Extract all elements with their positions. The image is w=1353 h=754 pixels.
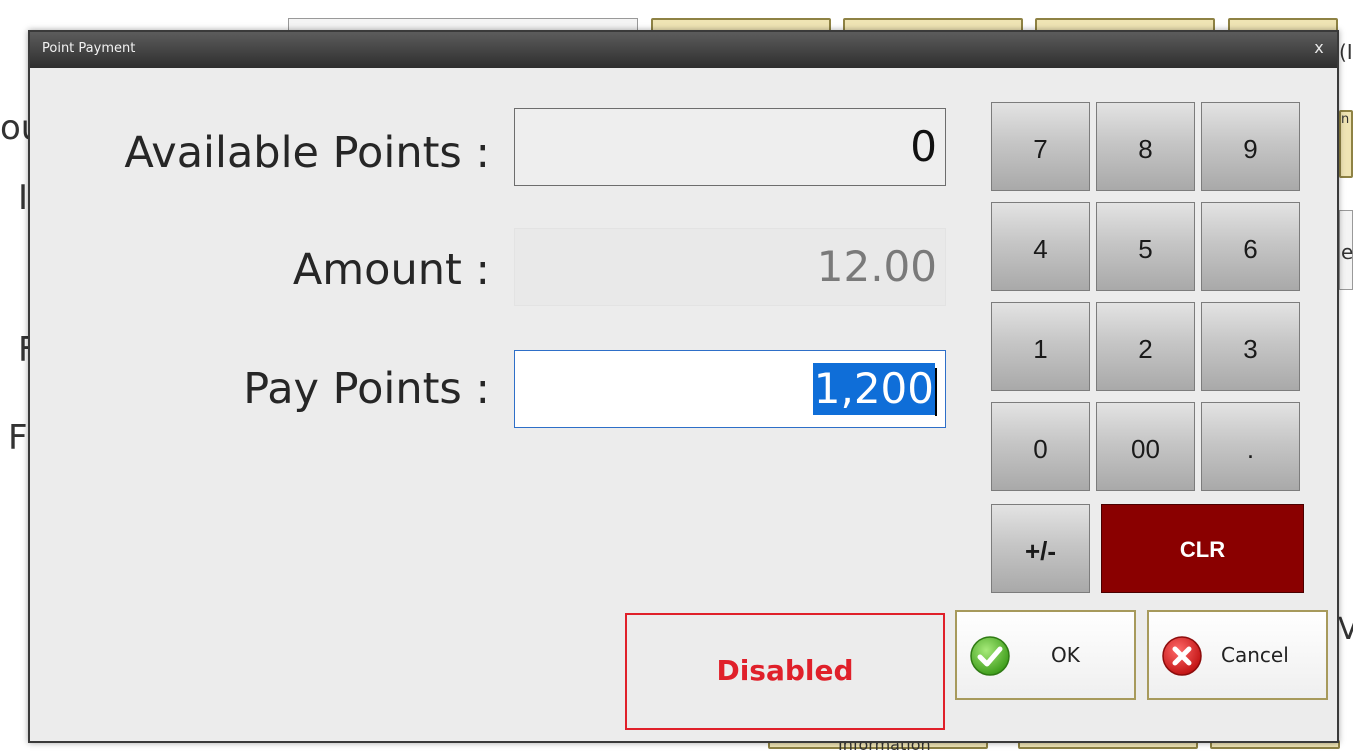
close-button[interactable]: x bbox=[1309, 37, 1329, 59]
key-4[interactable]: 4 bbox=[991, 202, 1090, 291]
text-caret bbox=[935, 367, 937, 416]
key-decimal[interactable]: . bbox=[1201, 402, 1300, 491]
background-text-fragment: V bbox=[1338, 612, 1353, 647]
key-plus-minus[interactable]: +/- bbox=[991, 504, 1090, 593]
available-points-field: 0 bbox=[514, 108, 946, 186]
key-3[interactable]: 3 bbox=[1201, 302, 1300, 391]
key-0[interactable]: 0 bbox=[991, 402, 1090, 491]
key-7[interactable]: 7 bbox=[991, 102, 1090, 191]
dialog-title: Point Payment bbox=[42, 41, 136, 56]
cancel-button[interactable]: Cancel bbox=[1147, 610, 1328, 700]
key-5[interactable]: 5 bbox=[1096, 202, 1195, 291]
background-text-fragment: (I bbox=[1339, 40, 1353, 64]
key-6[interactable]: 6 bbox=[1201, 202, 1300, 291]
disabled-status-label: Disabled bbox=[716, 654, 854, 687]
key-2[interactable]: 2 bbox=[1096, 302, 1195, 391]
amount-field: 12.00 bbox=[514, 228, 946, 306]
cancel-x-icon bbox=[1162, 636, 1202, 676]
key-9[interactable]: 9 bbox=[1201, 102, 1300, 191]
ok-label: OK bbox=[1051, 643, 1080, 667]
disabled-status-box: Disabled bbox=[625, 613, 945, 730]
check-icon bbox=[970, 636, 1010, 676]
pay-points-label: Pay Points : bbox=[243, 364, 490, 414]
pay-points-input[interactable]: 1,200 bbox=[514, 350, 946, 428]
dialog-titlebar[interactable]: Point Payment x bbox=[30, 32, 1337, 68]
key-8[interactable]: 8 bbox=[1096, 102, 1195, 191]
cancel-label: Cancel bbox=[1221, 643, 1289, 667]
background-text-fragment: I bbox=[18, 178, 29, 218]
point-payment-dialog: Point Payment x Available Points : 0 Amo… bbox=[28, 30, 1339, 743]
background-text-fragment: n bbox=[1341, 112, 1350, 127]
amount-label: Amount : bbox=[292, 245, 490, 295]
pay-points-value: 1,200 bbox=[812, 363, 935, 415]
available-points-label: Available Points : bbox=[124, 128, 490, 178]
amount-value: 12.00 bbox=[816, 242, 937, 291]
clear-button[interactable]: CLR bbox=[1101, 504, 1304, 593]
key-1[interactable]: 1 bbox=[991, 302, 1090, 391]
key-00[interactable]: 00 bbox=[1096, 402, 1195, 491]
available-points-value: 0 bbox=[910, 122, 937, 171]
background-text-fragment: F bbox=[8, 418, 28, 458]
background-text-fragment: e bbox=[1341, 240, 1353, 264]
ok-button[interactable]: OK bbox=[955, 610, 1136, 700]
